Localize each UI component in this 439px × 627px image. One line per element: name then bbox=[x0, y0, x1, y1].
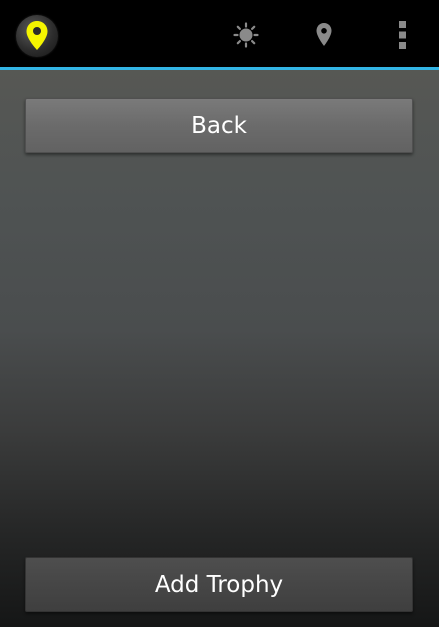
action-bar bbox=[0, 0, 439, 70]
sun-icon[interactable] bbox=[231, 20, 261, 50]
map-pin-icon bbox=[26, 21, 48, 50]
overflow-menu-icon[interactable] bbox=[387, 20, 417, 50]
location-pin-icon[interactable] bbox=[309, 20, 339, 50]
app-logo[interactable] bbox=[16, 15, 58, 57]
screen: Back Add Trophy bbox=[0, 0, 439, 627]
back-button[interactable]: Back bbox=[25, 98, 413, 153]
add-trophy-button[interactable]: Add Trophy bbox=[25, 557, 413, 612]
content-area bbox=[0, 160, 439, 550]
